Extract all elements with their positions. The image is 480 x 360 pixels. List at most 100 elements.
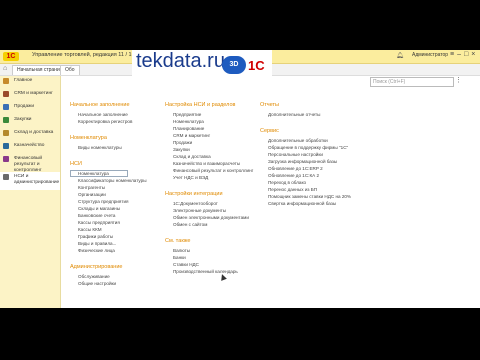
nav-link[interactable]: Номенклатура [70, 170, 128, 177]
nav-link[interactable]: Физические лица [70, 247, 165, 254]
nav-link[interactable]: Перенос данных из БП [260, 186, 380, 193]
nav-link[interactable]: Финансовый результат и контроллинг [165, 167, 265, 174]
nav-link[interactable]: Обмен электронными документами [165, 214, 265, 221]
nav-link[interactable]: Ставки НДС [165, 261, 265, 268]
sidebar-item[interactable]: Склад и доставка [0, 128, 60, 141]
nav-link[interactable]: Склад и доставка [165, 153, 265, 160]
letterbox-top [0, 0, 480, 50]
nav-link[interactable]: Обмен с сайтом [165, 221, 265, 228]
sidebar-item-label: Склад и доставка [14, 130, 54, 135]
window-controls: ≡–□× [450, 51, 478, 58]
tab-other[interactable]: Обо [60, 65, 80, 75]
sidebar-item[interactable]: Продажи [0, 102, 60, 115]
section-icon [3, 143, 9, 149]
nav-link[interactable]: Виды и правила... [70, 240, 165, 247]
sidebar: Главное CRM и маркетинг Продажи Закупки Скла… [0, 76, 61, 308]
nav-link[interactable]: Предприятие [165, 111, 265, 118]
nav-link[interactable]: Учет НДС и ВЭД [165, 174, 265, 181]
watermark-text: tekdata.ru [136, 50, 225, 72]
nav-link[interactable]: Номенклатура [165, 118, 265, 125]
sidebar-item-label: Главное [14, 78, 33, 83]
nav-link[interactable]: Загрузка информационной базы [260, 158, 380, 165]
nav-link[interactable]: Банковские счета [70, 212, 165, 219]
nav-link[interactable]: Классификаторы номенклатуры [70, 177, 165, 184]
section-heading: Настройки интеграции [165, 191, 223, 197]
nav-link[interactable]: Кассы ККМ [70, 226, 165, 233]
nav-link[interactable]: Планирование [165, 125, 265, 132]
watermark-badge: 3D [222, 56, 246, 74]
sidebar-item[interactable]: Финансовый результат и контроллинг [0, 154, 60, 173]
nav-link[interactable]: Начальное заполнение [70, 111, 165, 118]
nav-link[interactable]: Корректировка регистров [70, 118, 165, 125]
nav-link[interactable]: Свертка информационной базы [260, 200, 380, 207]
app-window: 1С Управление торговлей, редакция 11 / 1… [0, 50, 480, 308]
nav-link[interactable]: Склады и магазины [70, 205, 165, 212]
sidebar-item[interactable]: НСИ и администрирование [0, 172, 60, 190]
section-heading: Номенклатура [70, 135, 107, 141]
nav-link[interactable]: Обновление до 1С:КА 2 [260, 172, 380, 179]
nav-link[interactable]: Валюты [165, 247, 265, 254]
section-heading: Отчеты [260, 102, 280, 108]
nav-link[interactable]: Структура предприятия [70, 198, 165, 205]
nav-link[interactable]: Контрагенты [70, 184, 165, 191]
watermark-logo: 1C [248, 58, 265, 73]
minimize-icon[interactable]: – [457, 51, 464, 58]
column-2: Настройка НСИ и разделов Предприятие Номен… [165, 98, 265, 275]
section-icon [3, 174, 9, 180]
nav-link[interactable]: Дополнительные отчеты [260, 111, 380, 118]
nav-link[interactable]: Дополнительные обработки [260, 137, 380, 144]
nav-link[interactable]: Обслуживание [70, 273, 165, 280]
nav-link[interactable]: Производственный календарь [165, 268, 265, 275]
sidebar-item[interactable]: Главное [0, 76, 60, 89]
nav-link[interactable]: Виды номенклатуры [70, 144, 165, 151]
home-icon[interactable]: ⌂ [3, 65, 7, 72]
search-input[interactable]: Поиск (Ctrl+F) [370, 77, 454, 87]
nav-link[interactable]: Обновление до 1С:ERP 2 [260, 165, 380, 172]
column-1: Начальное заполнение Начальное заполнение… [70, 98, 165, 287]
section-heading: Настройка НСИ и разделов [165, 102, 236, 108]
nav-link[interactable]: Общие настройки [70, 280, 165, 287]
sidebar-item-label: Закупки [14, 117, 32, 122]
nav-link[interactable]: Помощник замены ставки НДС на 20% [260, 193, 380, 200]
nav-link[interactable]: Банки [165, 254, 265, 261]
bell-icon[interactable]: 🔔︎ [396, 53, 404, 59]
section-heading: См. также [165, 238, 191, 244]
column-3: Отчеты Дополнительные отчеты Сервис Дополни… [260, 98, 380, 207]
nav-link[interactable]: CRM и маркетинг [165, 132, 265, 139]
section-icon [3, 117, 9, 123]
section-icon [3, 91, 9, 97]
section-panel: Начальное заполнение Начальное заполнение… [60, 88, 480, 308]
nav-link[interactable]: Обращение в поддержку фирмы "1С" [260, 144, 380, 151]
sidebar-item[interactable]: Казначейство [0, 141, 60, 154]
section-heading: НСИ [70, 161, 82, 167]
nav-link[interactable]: Графики работы [70, 233, 165, 240]
nav-link[interactable]: 1С:Документооборот [165, 200, 265, 207]
nav-link[interactable]: Переход в облако [260, 179, 380, 186]
more-icon[interactable]: ⋮ [455, 76, 462, 84]
section-icon [3, 130, 9, 136]
video-frame: 1С Управление торговлей, редакция 11 / 1… [0, 0, 480, 360]
section-icon [3, 78, 9, 84]
user-name[interactable]: Администратор [412, 52, 448, 58]
close-icon[interactable]: × [471, 51, 478, 58]
section-icon [3, 156, 9, 162]
section-heading: Сервис [260, 128, 279, 134]
sidebar-item[interactable]: Закупки [0, 115, 60, 128]
nav-link[interactable]: Закупки [165, 146, 265, 153]
toolbar: Поиск (Ctrl+F) ⋮ [60, 76, 480, 88]
app-logo: 1С [3, 52, 19, 61]
nav-link[interactable]: Электронные документы [165, 207, 265, 214]
section-icon [3, 104, 9, 110]
title-icons: 🔔︎ [396, 52, 408, 59]
nav-link[interactable]: Казначейство и взаиморасчеты [165, 160, 265, 167]
sidebar-item[interactable]: CRM и маркетинг [0, 89, 60, 102]
nav-link[interactable]: Продажи [165, 139, 265, 146]
nav-link[interactable]: Кассы предприятия [70, 219, 165, 226]
nav-link[interactable]: Организации [70, 191, 165, 198]
nav-link[interactable]: Персональные настройки [260, 151, 380, 158]
